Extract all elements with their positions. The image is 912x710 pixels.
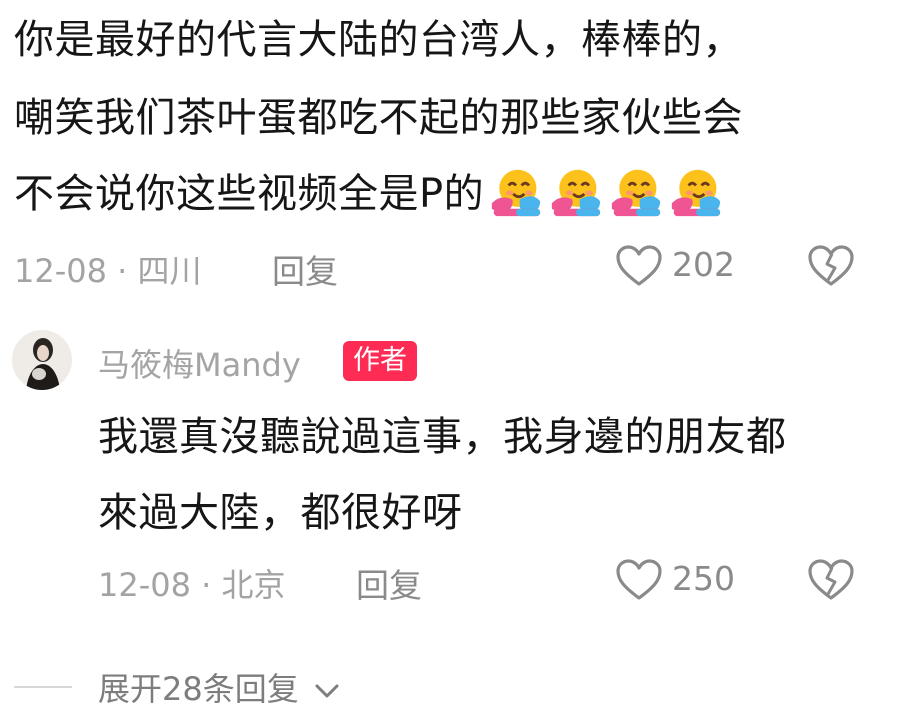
comment-meta: 12-08 · 四川 [14,246,202,292]
comment-like-count: 202 [672,245,735,284]
comment-text-line-2: 嘲笑我们茶叶蛋都吃不起的那些家伙些会 [14,95,743,141]
reply-date: 12-08 [98,566,191,604]
chevron-down-icon [315,684,339,698]
comment-text-line-1: 你是最好的代言大陆的台湾人，棒棒的， [14,17,743,63]
hugging-face-icon [671,169,721,217]
hugging-face-icon [611,169,661,217]
dislike-broken-heart-icon[interactable] [806,558,856,602]
emoji-row [488,166,724,218]
reply-location: 北京 [221,566,286,604]
reply-text-line-2: 來過大陸，都很好呀 [98,490,463,536]
meta-separator: · [201,566,212,604]
hugging-face-icon [491,169,541,217]
comment-text-line-3: 不会说你这些视频全是P的 [14,169,724,222]
like-heart-icon[interactable] [614,558,664,602]
comment-text-line-3-text: 不会说你这些视频全是P的 [14,171,485,217]
reply-like-count: 250 [672,559,735,598]
comment-location: 四川 [137,252,202,290]
expand-replies-label: 展开28条回复 [98,670,299,708]
avatar-image [12,330,72,390]
reply-meta: 12-08 · 北京 [98,560,286,606]
author-name[interactable]: 马筱梅Mandy [98,340,301,386]
reply-reply-button[interactable]: 回复 [356,559,422,607]
author-badge: 作者 [343,341,417,381]
comment-date: 12-08 [14,252,107,290]
reply-text-line-1: 我還真沒聽說過這事，我身邊的朋友都 [98,414,787,460]
like-heart-icon[interactable] [614,244,664,288]
author-avatar[interactable] [12,330,72,390]
meta-separator: · [117,252,128,290]
comment-reply-button[interactable]: 回复 [272,245,338,293]
dislike-broken-heart-icon[interactable] [806,244,856,288]
expand-divider [14,686,72,688]
expand-replies-button[interactable]: 展开28条回复 [98,664,341,710]
hugging-face-icon [551,169,601,217]
